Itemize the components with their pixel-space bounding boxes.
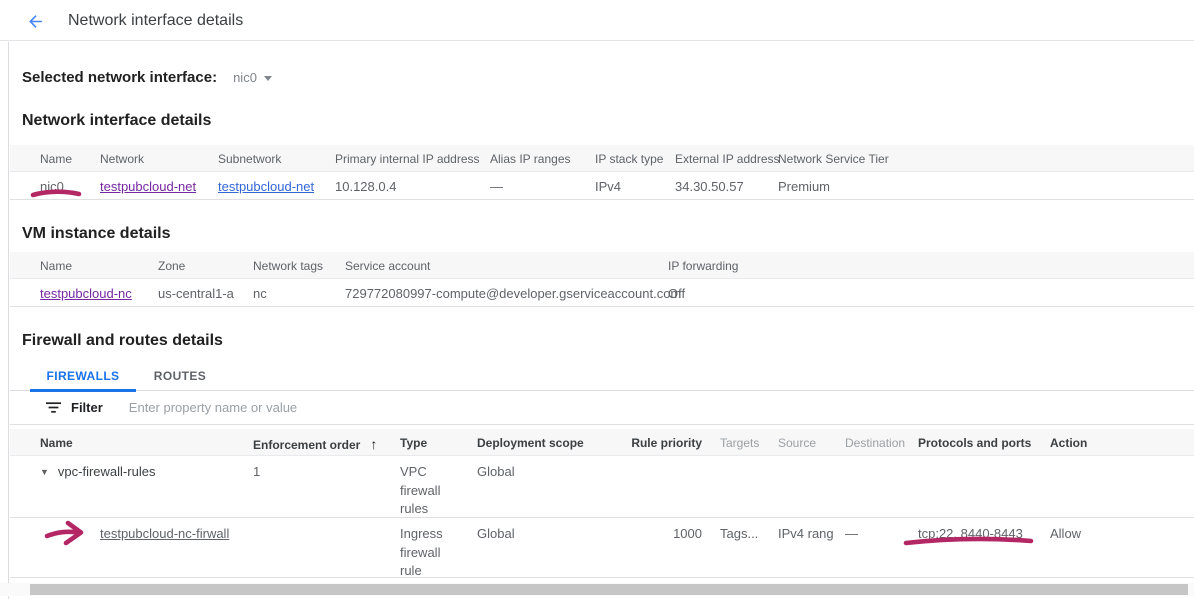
nic-section-title: Network interface details (22, 112, 211, 130)
firewall-table-header: Name Enforcement order ↑ Type Deployment … (10, 429, 1194, 456)
nic-col-primary-ip: Primary internal IP address (335, 152, 480, 166)
vm-network-tags-value: nc (253, 286, 267, 301)
fw-col-protocols-ports: Protocols and ports (918, 436, 1031, 450)
fw-col-destination: Destination (845, 436, 905, 450)
nic-col-name: Name (40, 152, 72, 166)
firewall-rule-source: IPv4 rang (778, 526, 836, 541)
vm-ip-forwarding-value: Off (668, 286, 685, 301)
filter-bar: Filter (10, 391, 1194, 425)
annotation-underline-protocols (902, 534, 1036, 548)
firewall-rule-type: Ingress firewall rule (400, 525, 464, 581)
horizontal-scrollbar-track (0, 583, 1194, 596)
horizontal-scrollbar-thumb[interactable] (30, 584, 1188, 595)
vm-col-name: Name (40, 259, 72, 273)
page-title: Network interface details (68, 0, 243, 41)
firewall-group-row: ▼ vpc-firewall-rules 1 VPC firewall rule… (10, 456, 1194, 518)
fw-col-enforcement-order-label: Enforcement order (253, 438, 360, 452)
chevron-down-icon (264, 76, 272, 81)
fw-col-name: Name (40, 436, 73, 450)
vm-col-zone: Zone (158, 259, 185, 273)
interface-dropdown[interactable]: nic0 (233, 70, 272, 85)
expand-arrow-icon: ▼ (40, 467, 49, 477)
firewall-group-type: VPC firewall rules (400, 463, 464, 519)
firewall-rule-action: Allow (1050, 526, 1081, 541)
firewall-group-enforcement-order: 1 (253, 464, 260, 479)
selected-interface-label: Selected network interface: (22, 69, 217, 86)
nic-col-service-tier: Network Service Tier (778, 152, 889, 166)
vm-col-service-account: Service account (345, 259, 430, 273)
top-app-bar: Network interface details (0, 0, 1194, 41)
annotation-underline-nic0 (30, 186, 82, 200)
filter-icon[interactable] (46, 401, 61, 414)
nic-subnetwork-link[interactable]: testpubcloud-net (218, 179, 314, 194)
nic-col-external-ip: External IP address (675, 152, 780, 166)
firewall-rule-destination: — (845, 526, 858, 541)
sort-ascending-icon[interactable]: ↑ (370, 436, 377, 452)
fw-col-type: Type (400, 436, 427, 450)
fw-col-source: Source (778, 436, 816, 450)
firewall-group-name: vpc-firewall-rules (58, 464, 156, 479)
filter-label[interactable]: Filter (71, 400, 103, 415)
back-button[interactable] (26, 10, 50, 32)
vm-col-ip-forwarding: IP forwarding (668, 259, 738, 273)
vm-table-row: testpubcloud-nc us-central1-a nc 7297720… (10, 279, 1194, 307)
vm-col-network-tags: Network tags (253, 259, 323, 273)
firewall-rule-row: testpubcloud-nc-firwall Ingress firewall… (10, 518, 1194, 578)
tab-routes[interactable]: ROUTES (138, 360, 222, 391)
nic-col-network: Network (100, 152, 144, 166)
fw-col-deployment-scope: Deployment scope (477, 436, 584, 450)
fw-col-targets: Targets (720, 436, 759, 450)
vm-service-account-value: 729772080997-compute@developer.gservicea… (345, 286, 681, 301)
annotation-arrow-firewall-rule (44, 517, 96, 549)
nic-col-stack-type: IP stack type (595, 152, 663, 166)
filter-input[interactable] (129, 400, 559, 415)
vm-zone-value: us-central1-a (158, 286, 234, 301)
firewall-group-toggle[interactable]: ▼ vpc-firewall-rules (40, 464, 155, 479)
firewall-rule-link[interactable]: testpubcloud-nc-firwall (100, 526, 229, 541)
nic-table-row: nic0 testpubcloud-net testpubcloud-net 1… (10, 172, 1194, 200)
firewall-rule-priority: 1000 (622, 526, 702, 541)
firewall-section-title: Firewall and routes details (22, 332, 223, 350)
nic-service-tier-value: Premium (778, 179, 830, 194)
vm-name-link[interactable]: testpubcloud-nc (40, 286, 132, 301)
firewall-rule-targets: Tags... (720, 526, 758, 541)
fw-col-rule-priority: Rule priority (622, 436, 702, 450)
left-border-divider (8, 42, 9, 599)
nic-table-header: Name Network Subnetwork Primary internal… (10, 145, 1194, 172)
firewall-routes-tabs: FIREWALLS ROUTES (10, 360, 1194, 391)
fw-col-enforcement-order[interactable]: Enforcement order ↑ (253, 436, 377, 452)
nic-col-subnetwork: Subnetwork (218, 152, 281, 166)
selected-interface-row: Selected network interface: nic0 (22, 66, 272, 88)
firewall-rule-scope: Global (477, 526, 515, 541)
interface-dropdown-value: nic0 (233, 70, 257, 85)
nic-external-ip-value: 34.30.50.57 (675, 179, 744, 194)
nic-stack-type-value: IPv4 (595, 179, 621, 194)
tab-firewalls[interactable]: FIREWALLS (30, 360, 136, 391)
nic-network-link[interactable]: testpubcloud-net (100, 179, 196, 194)
vm-section-title: VM instance details (22, 225, 171, 243)
nic-col-alias-ranges: Alias IP ranges (490, 152, 571, 166)
fw-col-action: Action (1050, 436, 1087, 450)
nic-primary-ip-value: 10.128.0.4 (335, 179, 396, 194)
firewall-group-scope: Global (477, 464, 515, 479)
nic-alias-ranges-value: — (490, 179, 503, 194)
back-arrow-icon (26, 12, 45, 31)
vm-table-header: Name Zone Network tags Service account I… (10, 252, 1194, 279)
